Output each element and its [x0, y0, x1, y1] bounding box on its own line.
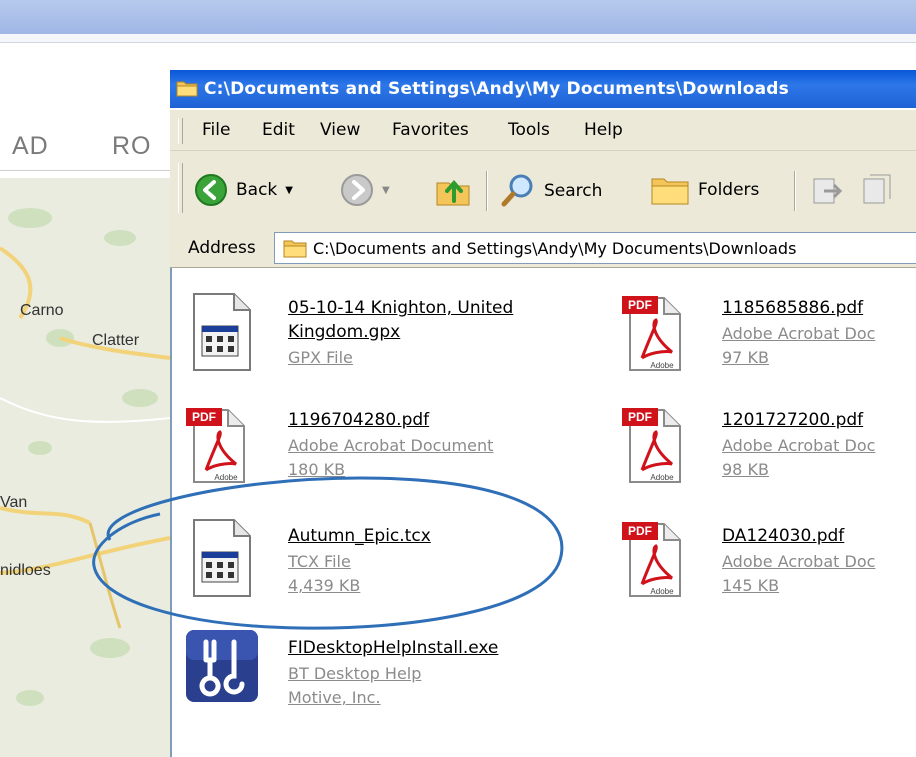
- folders-label: Folders: [698, 180, 760, 200]
- background-nav-divider: [0, 170, 170, 171]
- file-name: 1201727200.pdf: [722, 410, 864, 430]
- adobe-label: Adobe: [650, 587, 674, 596]
- file-name: 1185685886.pdf: [722, 298, 864, 318]
- move-to-button[interactable]: [810, 173, 846, 207]
- forward-arrow-icon: [341, 174, 373, 206]
- file-name: 1196704280.pdf: [288, 410, 430, 430]
- file-name: 05-10-14 Knighton, United: [288, 298, 514, 318]
- folders-icon: [651, 178, 689, 205]
- title-bar[interactable]: C:\Documents and Settings\Andy\My Docume…: [170, 70, 916, 108]
- pdf-badge-label: PDF: [628, 298, 652, 312]
- file-type: GPX File: [288, 348, 353, 367]
- file-type: Adobe Acrobat Document: [288, 436, 494, 455]
- generic-file-icon: [193, 293, 251, 371]
- map-label: Clatter: [92, 332, 140, 349]
- folders-button[interactable]: Folders: [650, 173, 759, 207]
- file-type: Adobe Acrobat Doc: [722, 324, 876, 343]
- copy-to-button[interactable]: [860, 173, 896, 207]
- copy-to-icon: [863, 174, 891, 204]
- address-input[interactable]: C:\Documents and Settings\Andy\My Docume…: [274, 232, 916, 264]
- pdf-badge-label: PDF: [192, 410, 216, 424]
- folder-icon: [176, 81, 198, 97]
- menu-view[interactable]: View: [320, 120, 360, 140]
- up-folder-button[interactable]: [434, 171, 472, 209]
- background-map: Carno Clatter Van nidloes: [0, 178, 170, 757]
- file-type: Adobe Acrobat Doc: [722, 436, 876, 455]
- background-browser-topbar: [0, 0, 916, 34]
- background-nav-item: AD: [12, 132, 49, 160]
- address-bar: Address C:\Documents and Settings\Andy\M…: [170, 227, 916, 268]
- file-name: DA124030.pdf: [722, 526, 845, 546]
- file-size: 97 KB: [722, 348, 769, 367]
- toolbar-grip[interactable]: [178, 163, 183, 213]
- search-icon: [501, 174, 533, 207]
- map-label: Van: [0, 494, 28, 511]
- address-label: Address: [188, 238, 256, 258]
- pdf-icon: PDF Adobe: [622, 522, 681, 597]
- window-title: C:\Documents and Settings\Andy\My Docume…: [204, 79, 789, 99]
- pdf-icon: PDF Adobe: [622, 408, 681, 483]
- menu-favorites[interactable]: Favorites: [392, 120, 469, 140]
- menu-bar: File Edit View Favorites Tools Help: [170, 110, 916, 151]
- pdf-badge-label: PDF: [628, 524, 652, 538]
- forward-dropdown-icon[interactable]: ▼: [382, 185, 390, 196]
- menu-grip[interactable]: [178, 118, 183, 144]
- back-label: Back: [236, 180, 278, 200]
- background-nav-item: RO: [112, 132, 152, 160]
- file-company: Motive, Inc.: [288, 688, 381, 707]
- file-size: 98 KB: [722, 460, 769, 479]
- menu-tools[interactable]: Tools: [508, 120, 550, 140]
- back-dropdown-icon[interactable]: ▼: [285, 185, 293, 196]
- menu-file[interactable]: File: [202, 120, 230, 140]
- file-name: Kingdom.gpx: [288, 322, 401, 342]
- menu-edit[interactable]: Edit: [262, 120, 295, 140]
- map-label: Carno: [20, 302, 64, 319]
- background-browser-strip: [0, 34, 916, 43]
- search-button[interactable]: Search: [500, 173, 602, 209]
- toolbar-separator: [486, 171, 488, 211]
- file-size: 145 KB: [722, 576, 780, 595]
- highlight-ellipse: [92, 476, 564, 630]
- folder-icon: [283, 240, 307, 258]
- file-name: FIDesktopHelpInstall.exe: [288, 638, 499, 658]
- search-label: Search: [544, 181, 603, 201]
- pdf-icon: PDF Adobe: [622, 296, 681, 371]
- up-folder-icon: [436, 179, 470, 206]
- file-type: Adobe Acrobat Doc: [722, 552, 876, 571]
- back-arrow-icon: [195, 174, 227, 206]
- adobe-label: Adobe: [650, 473, 674, 482]
- file-type: BT Desktop Help: [288, 664, 422, 683]
- map-label: nidloes: [0, 562, 51, 579]
- back-button[interactable]: Back ▼: [194, 173, 293, 207]
- adobe-label: Adobe: [650, 361, 674, 370]
- menu-help[interactable]: Help: [584, 120, 623, 140]
- pdf-badge-label: PDF: [628, 410, 652, 424]
- explorer-window: C:\Documents and Settings\Andy\My Docume…: [170, 70, 916, 757]
- move-to-icon: [813, 178, 843, 204]
- forward-button[interactable]: ▼: [340, 173, 390, 207]
- address-value: C:\Documents and Settings\Andy\My Docume…: [313, 239, 797, 258]
- toolbar: Back ▼ ▼ Search Folders: [170, 151, 916, 228]
- toolbar-separator: [794, 171, 796, 211]
